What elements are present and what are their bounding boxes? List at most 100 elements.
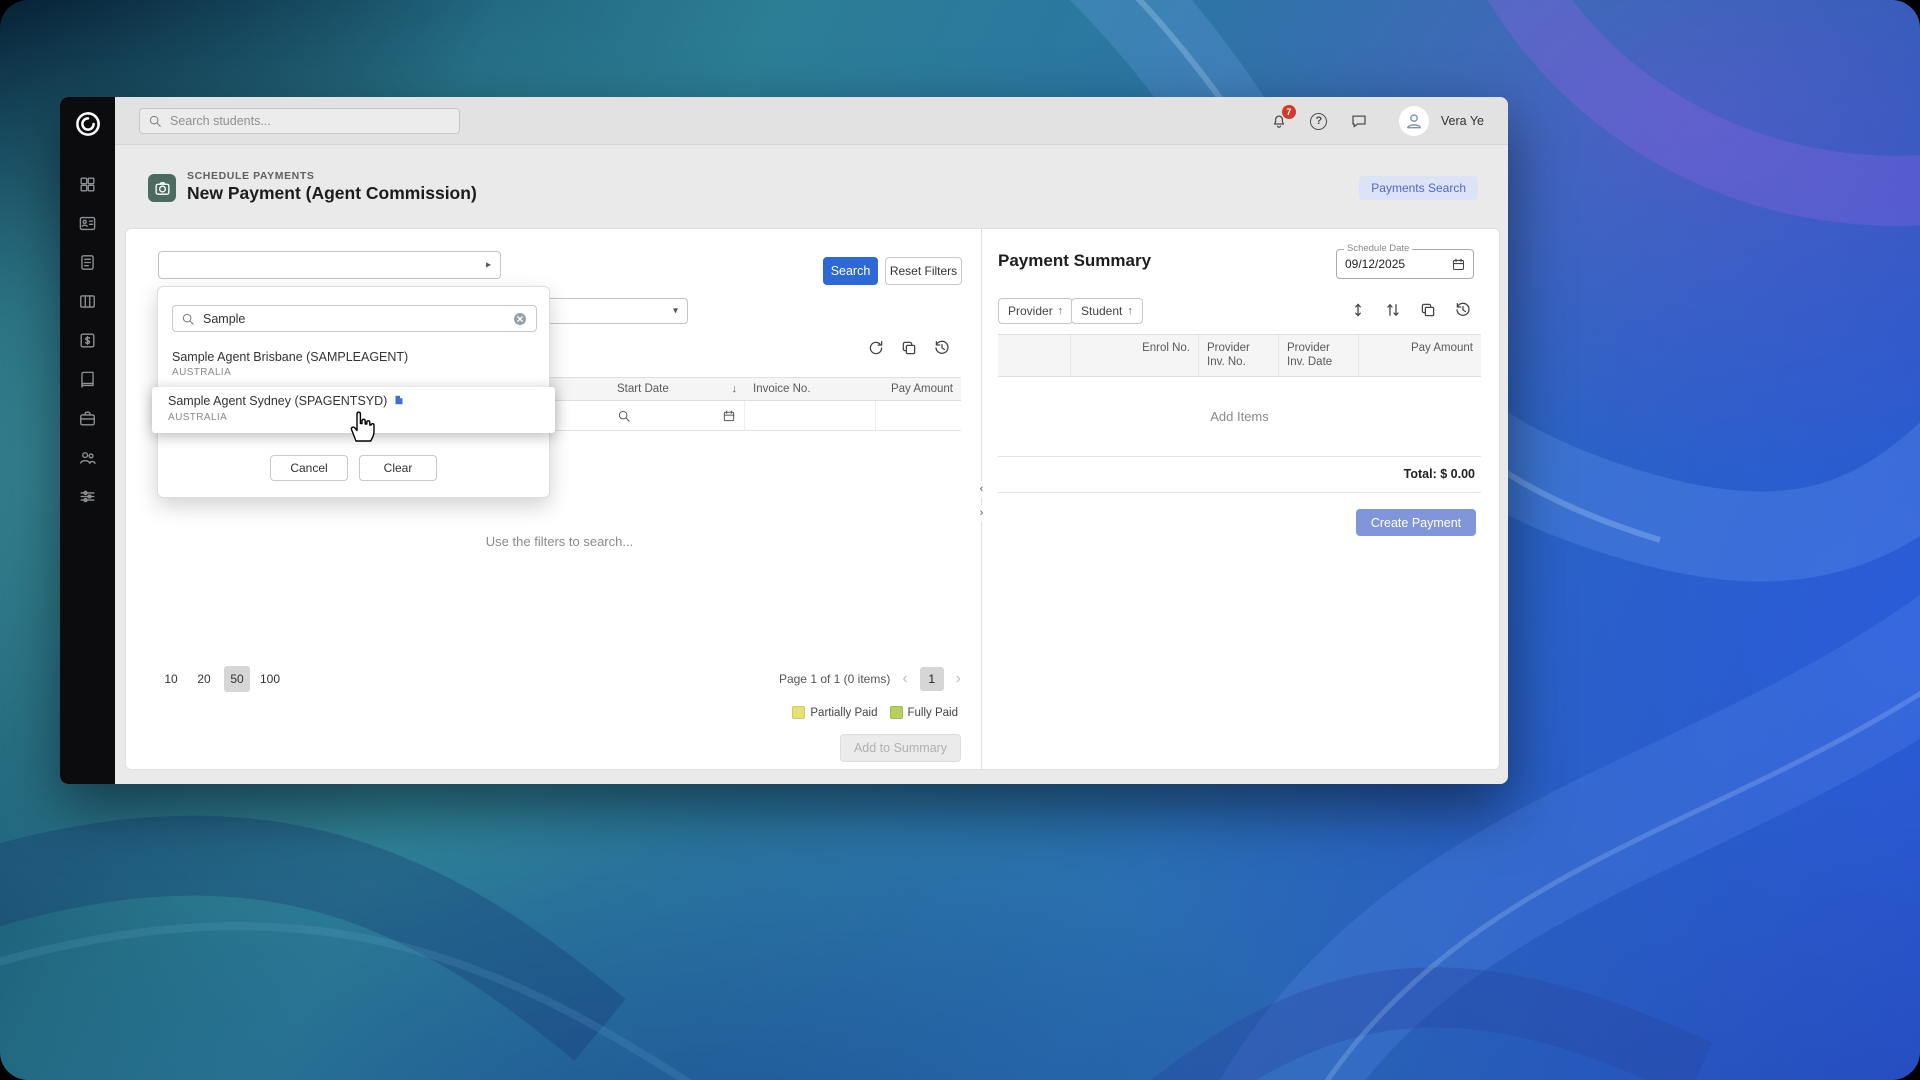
header-cell-pay-amount: Pay Amount [1359,335,1481,376]
agent-dropdown-search-box[interactable] [172,305,537,332]
create-payment-button[interactable]: Create Payment [1356,509,1476,536]
sidebar-item-agents-icon[interactable] [68,438,108,477]
agent-option-name: Sample Agent Sydney (SPAGENTSYD) [168,394,539,409]
header-cell-start-date[interactable]: Start Date ↓ [609,383,745,395]
search-icon [181,312,195,326]
schedule-date-field[interactable]: Schedule Date 09/12/2025 [1336,249,1474,279]
sidebar [60,97,115,784]
prev-page-icon[interactable]: ‹ [902,671,907,687]
page-size-10[interactable]: 10 [158,666,184,692]
agency-building-icon [393,394,405,409]
calendar-icon[interactable] [722,409,736,423]
main-card: ▸ ▾ Search Reset Filters Sample Agent Br… [125,228,1500,770]
page-size-100[interactable]: 100 [257,666,283,692]
legend-fully-paid: Fully Paid [890,706,959,719]
page-info: Page 1 of 1 (0 items) [779,672,890,686]
header-cell-pay-amount[interactable]: Pay Amount [876,383,961,395]
results-empty-text: Use the filters to search... [486,534,633,549]
reset-filters-button[interactable]: Reset Filters [885,257,962,285]
agent-option-sydney[interactable]: Sample Agent Sydney (SPAGENTSYD) AUSTRAL… [152,387,555,433]
student-search-box[interactable] [139,108,460,134]
sort-student-chip[interactable]: Student↑ [1071,298,1143,324]
breadcrumb: SCHEDULE PAYMENTS [187,170,314,182]
paid-status-legend: Partially Paid Fully Paid [158,706,958,719]
history-icon[interactable] [933,339,953,359]
results-toolbar [867,339,953,359]
sidebar-item-dashboard-icon[interactable] [68,165,108,204]
search-button[interactable]: Search [823,257,878,285]
user-avatar[interactable] [1399,106,1429,136]
agent-filter-combobox[interactable]: ▸ [158,251,501,279]
header-cell-provider-inv-no: Provider Inv. No. [1199,335,1279,376]
schedule-payments-icon [148,174,176,202]
search-icon [148,114,162,128]
app-logo-icon[interactable] [71,107,105,141]
sort-asc-icon: ↑ [1127,305,1133,317]
sidebar-item-billing-icon[interactable] [68,321,108,360]
page-size-20[interactable]: 20 [191,666,217,692]
sidebar-item-contacts-icon[interactable] [68,204,108,243]
schedule-date-value: 09/12/2025 [1345,257,1405,271]
agent-dropdown-panel: Sample Agent Brisbane (SAMPLEAGENT) AUST… [157,286,550,498]
page-title: New Payment (Agent Commission) [187,183,477,204]
schedule-date-label: Schedule Date [1344,243,1412,254]
next-page-icon[interactable]: › [956,671,961,687]
header-cell-provider-inv-date: Provider Inv. Date [1279,335,1359,376]
payments-search-button[interactable]: Payments Search [1359,176,1478,200]
partially-paid-swatch [792,706,805,719]
history-icon[interactable] [1454,301,1474,321]
filter-cell-invoice-no[interactable] [745,401,876,430]
app-window: 7 ? Vera Ye SCHEDULE PAYMENTS New Paymen… [60,97,1508,784]
sort-desc-icon: ↓ [732,383,738,395]
user-name: Vera Ye [1441,114,1484,128]
copy-icon[interactable] [900,339,920,359]
topbar-right: 7 ? Vera Ye [1269,97,1484,145]
header-cell-enrol-no: Enrol No. [1071,335,1199,376]
sidebar-item-tables-icon[interactable] [68,282,108,321]
clear-button[interactable]: Clear [359,455,437,481]
copy-icon[interactable] [1419,301,1439,321]
chevron-down-icon: ▾ [673,306,678,317]
summary-table: Enrol No. Provider Inv. No. Provider Inv… [998,334,1481,493]
expand-rows-icon[interactable] [1349,301,1369,321]
agent-option-name: Sample Agent Brisbane (SAMPLEAGENT) [172,350,535,364]
filter-cell-start-date[interactable] [609,401,745,430]
cancel-button[interactable]: Cancel [270,455,348,481]
chat-icon[interactable] [1349,111,1369,131]
payment-summary-title: Payment Summary [998,251,1151,271]
agent-option-country: AUSTRALIA [168,412,539,423]
help-icon[interactable]: ? [1309,111,1329,131]
agent-dropdown-search-input[interactable] [203,312,512,326]
sidebar-item-settings-icon[interactable] [68,477,108,516]
sort-provider-chip[interactable]: Provider↑ [998,298,1073,324]
pagination-bar: 10 20 50 100 Page 1 of 1 (0 items) ‹ 1 › [158,666,961,692]
sidebar-item-documents-icon[interactable] [68,243,108,282]
legend-partially-paid: Partially Paid [792,706,877,719]
page-size-50[interactable]: 50 [224,666,250,692]
screen: 7 ? Vera Ye SCHEDULE PAYMENTS New Paymen… [0,0,1920,1080]
notification-badge: 7 [1282,105,1296,119]
summary-total: Total: $ 0.00 [998,457,1481,493]
page-number-button[interactable]: 1 [920,667,944,691]
header-cell-blank [998,335,1071,376]
sidebar-item-library-icon[interactable] [68,360,108,399]
clear-search-icon[interactable] [512,311,528,327]
sort-asc-icon: ↑ [1058,305,1064,317]
agent-option-brisbane[interactable]: Sample Agent Brisbane (SAMPLEAGENT) AUST… [158,344,549,384]
pagination-right: Page 1 of 1 (0 items) ‹ 1 › [779,667,961,691]
reorder-icon[interactable] [1384,301,1404,321]
summary-table-header: Enrol No. Provider Inv. No. Provider Inv… [998,334,1481,377]
summary-toolbar [1349,301,1474,321]
pane-splitter[interactable] [981,229,982,769]
filter-cell-pay-amount[interactable] [876,401,961,430]
refresh-icon[interactable] [867,339,887,359]
sidebar-item-services-icon[interactable] [68,399,108,438]
payment-summary-pane: Payment Summary Schedule Date 09/12/2025… [983,229,1499,769]
calendar-icon[interactable] [1451,257,1466,272]
search-icon [617,409,631,423]
add-to-summary-button[interactable]: Add to Summary [840,734,961,762]
expand-caret-icon: ▸ [486,260,491,271]
student-search-input[interactable] [170,114,459,128]
header-cell-invoice-no[interactable]: Invoice No. [745,383,876,395]
notifications-bell-icon[interactable]: 7 [1269,111,1289,131]
